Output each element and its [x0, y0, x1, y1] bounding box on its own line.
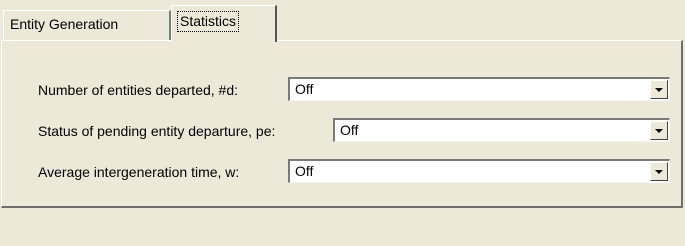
- chevron-down-icon: [655, 170, 663, 174]
- pending-departure-dropdown-button[interactable]: [650, 121, 668, 140]
- entities-departed-row: Number of entities departed, #d: Off: [2, 77, 682, 103]
- entities-departed-dropdown-button[interactable]: [650, 80, 668, 99]
- pending-departure-select[interactable]: Off: [333, 118, 670, 142]
- pending-departure-row: Status of pending entity departure, pe: …: [2, 118, 682, 144]
- intergeneration-time-dropdown-button[interactable]: [650, 162, 668, 181]
- intergeneration-time-value: Off: [295, 163, 314, 179]
- entities-departed-value: Off: [295, 81, 314, 97]
- pending-departure-label: Status of pending entity departure, pe:: [38, 123, 276, 139]
- tab-statistics[interactable]: Statistics: [171, 5, 277, 42]
- entities-departed-select[interactable]: Off: [288, 77, 670, 101]
- intergeneration-time-select[interactable]: Off: [288, 159, 670, 183]
- chevron-down-icon: [655, 88, 663, 92]
- tab-entity-generation-label: Entity Generation: [10, 16, 119, 32]
- chevron-down-icon: [655, 129, 663, 133]
- entities-departed-label: Number of entities departed, #d:: [38, 82, 239, 98]
- statistics-panel: Number of entities departed, #d: Off Sta…: [1, 40, 683, 208]
- tab-entity-generation[interactable]: Entity Generation: [3, 10, 171, 41]
- intergeneration-time-row: Average intergeneration time, w: Off: [2, 159, 682, 185]
- pending-departure-value: Off: [340, 122, 359, 138]
- intergeneration-time-label: Average intergeneration time, w:: [38, 164, 240, 180]
- tab-strip: Entity Generation Statistics: [0, 0, 685, 42]
- tab-statistics-label: Statistics: [176, 11, 240, 32]
